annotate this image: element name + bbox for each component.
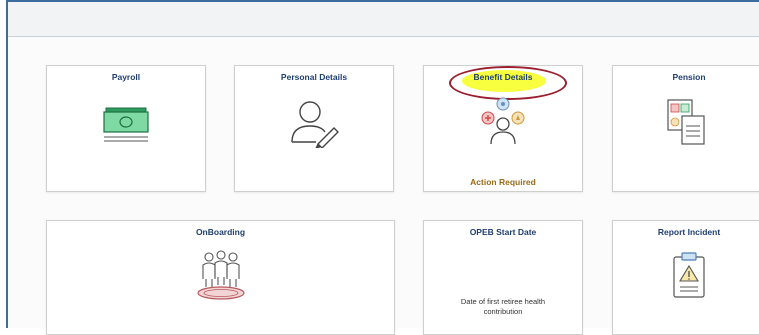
tile-benefit-details[interactable]: Benefit Details Action Required (423, 65, 583, 192)
tile-onboarding-title: OnBoarding (195, 227, 246, 237)
tile-pension-title: Pension (672, 72, 706, 82)
tile-report-incident-title: Report Incident (657, 227, 721, 237)
team-group-icon (195, 249, 247, 310)
tile-opeb-title: OPEB Start Date (469, 227, 537, 237)
pension-documents-icon (666, 96, 708, 151)
top-banner (8, 2, 759, 37)
tile-pension[interactable]: Pension (612, 65, 759, 192)
tile-opeb-start-date[interactable]: OPEB Start Date Date of first retiree he… (423, 220, 583, 335)
tile-payroll-title: Payroll (111, 72, 141, 82)
person-edit-icon (288, 98, 340, 153)
tile-payroll[interactable]: Payroll (46, 65, 206, 192)
warning-clipboard-icon (671, 251, 707, 304)
tile-report-incident[interactable]: Report Incident (612, 220, 759, 335)
money-icon (101, 106, 151, 151)
tile-benefit-details-title: Benefit Details (473, 72, 533, 82)
tile-onboarding[interactable]: OnBoarding (46, 220, 395, 335)
benefits-people-icon (478, 96, 528, 151)
tile-personal-details[interactable]: Personal Details (234, 65, 394, 192)
action-required-status: Action Required (470, 177, 536, 187)
tile-personal-details-title: Personal Details (280, 72, 348, 82)
tile-opeb-description: Date of first retiree health contributio… (460, 297, 546, 316)
